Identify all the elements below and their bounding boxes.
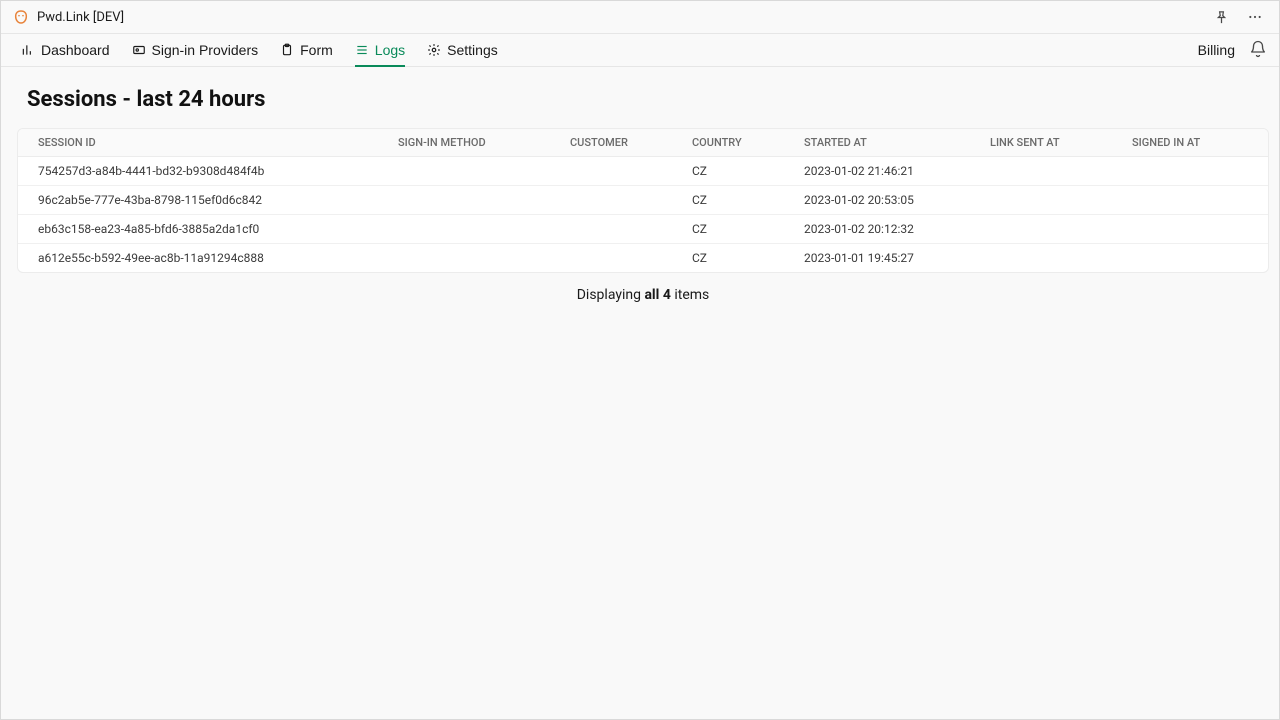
cell-customer — [550, 244, 672, 273]
cell-started-at: 2023-01-02 20:12:32 — [784, 215, 970, 244]
table-summary: Displaying all 4 items — [27, 273, 1259, 317]
pin-button[interactable] — [1210, 6, 1233, 29]
notifications-button[interactable] — [1249, 40, 1267, 61]
cell-customer — [550, 186, 672, 215]
col-header-method[interactable]: SIGN-IN METHOD — [378, 129, 550, 157]
cell-signed-in-at — [1112, 215, 1268, 244]
nav-item-form[interactable]: Form — [280, 34, 333, 66]
col-header-session-id[interactable]: SESSION ID — [18, 129, 378, 157]
cell-method — [378, 186, 550, 215]
table-row[interactable]: eb63c158-ea23-4a85-bfd6-3885a2da1cf0 CZ20… — [18, 215, 1268, 244]
nav-item-dashboard[interactable]: Dashboard — [21, 34, 110, 66]
app-title: Pwd.Link [DEV] — [37, 10, 124, 25]
table-header-row: SESSION ID SIGN-IN METHOD CUSTOMER COUNT… — [18, 129, 1268, 157]
cell-signed-in-at — [1112, 157, 1268, 186]
nav-item-settings[interactable]: Settings — [427, 34, 498, 66]
cell-link-sent-at — [970, 186, 1112, 215]
billing-link[interactable]: Billing — [1198, 42, 1235, 58]
list-icon — [355, 43, 369, 57]
cell-session-id: 754257d3-a84b-4441-bd32-b9308d484f4b — [18, 157, 378, 186]
cell-session-id: 96c2ab5e-777e-43ba-8798-115ef0d6c842 — [18, 186, 378, 215]
cell-customer — [550, 215, 672, 244]
summary-prefix: Displaying — [577, 287, 645, 303]
nav-label: Form — [300, 42, 333, 58]
col-header-customer[interactable]: CUSTOMER — [550, 129, 672, 157]
summary-count: all 4 — [644, 287, 670, 303]
cell-country: CZ — [672, 186, 784, 215]
cell-session-id: a612e55c-b592-49ee-ac8b-11a91294c888 — [18, 244, 378, 273]
cell-signed-in-at — [1112, 244, 1268, 273]
summary-suffix: items — [671, 287, 709, 303]
cell-signed-in-at — [1112, 186, 1268, 215]
sessions-table: SESSION ID SIGN-IN METHOD CUSTOMER COUNT… — [17, 128, 1269, 273]
table-row[interactable]: 96c2ab5e-777e-43ba-8798-115ef0d6c842 CZ20… — [18, 186, 1268, 215]
cell-country: CZ — [672, 244, 784, 273]
cell-country: CZ — [672, 215, 784, 244]
nav-label: Logs — [375, 42, 405, 58]
app-logo-icon — [13, 9, 29, 25]
bell-icon — [1249, 40, 1267, 61]
nav-label: Dashboard — [41, 42, 110, 58]
cell-started-at: 2023-01-01 19:45:27 — [784, 244, 970, 273]
cell-started-at: 2023-01-02 20:53:05 — [784, 186, 970, 215]
page-title: Sessions - last 24 hours — [27, 87, 1259, 112]
table-row[interactable]: a612e55c-b592-49ee-ac8b-11a91294c888 CZ20… — [18, 244, 1268, 273]
cell-method — [378, 157, 550, 186]
cell-country: CZ — [672, 157, 784, 186]
nav-item-logs[interactable]: Logs — [355, 34, 405, 66]
cell-session-id: eb63c158-ea23-4a85-bfd6-3885a2da1cf0 — [18, 215, 378, 244]
col-header-country[interactable]: COUNTRY — [672, 129, 784, 157]
clipboard-icon — [280, 43, 294, 57]
main-nav: Dashboard Sign-in Providers Form Logs Se… — [1, 34, 1279, 67]
more-button[interactable] — [1243, 5, 1267, 29]
nav-label: Sign-in Providers — [152, 42, 259, 58]
cell-link-sent-at — [970, 215, 1112, 244]
id-card-icon — [132, 43, 146, 57]
cell-method — [378, 244, 550, 273]
app-header: Pwd.Link [DEV] — [1, 1, 1279, 34]
cell-link-sent-at — [970, 157, 1112, 186]
chart-icon — [21, 43, 35, 57]
col-header-started[interactable]: STARTED AT — [784, 129, 970, 157]
cell-link-sent-at — [970, 244, 1112, 273]
nav-label: Settings — [447, 42, 498, 58]
col-header-signed[interactable]: SIGNED IN AT — [1112, 129, 1268, 157]
cell-started-at: 2023-01-02 21:46:21 — [784, 157, 970, 186]
col-header-linksent[interactable]: LINK SENT AT — [970, 129, 1112, 157]
table-row[interactable]: 754257d3-a84b-4441-bd32-b9308d484f4b CZ20… — [18, 157, 1268, 186]
cell-customer — [550, 157, 672, 186]
gear-icon — [427, 43, 441, 57]
nav-item-providers[interactable]: Sign-in Providers — [132, 34, 259, 66]
cell-method — [378, 215, 550, 244]
